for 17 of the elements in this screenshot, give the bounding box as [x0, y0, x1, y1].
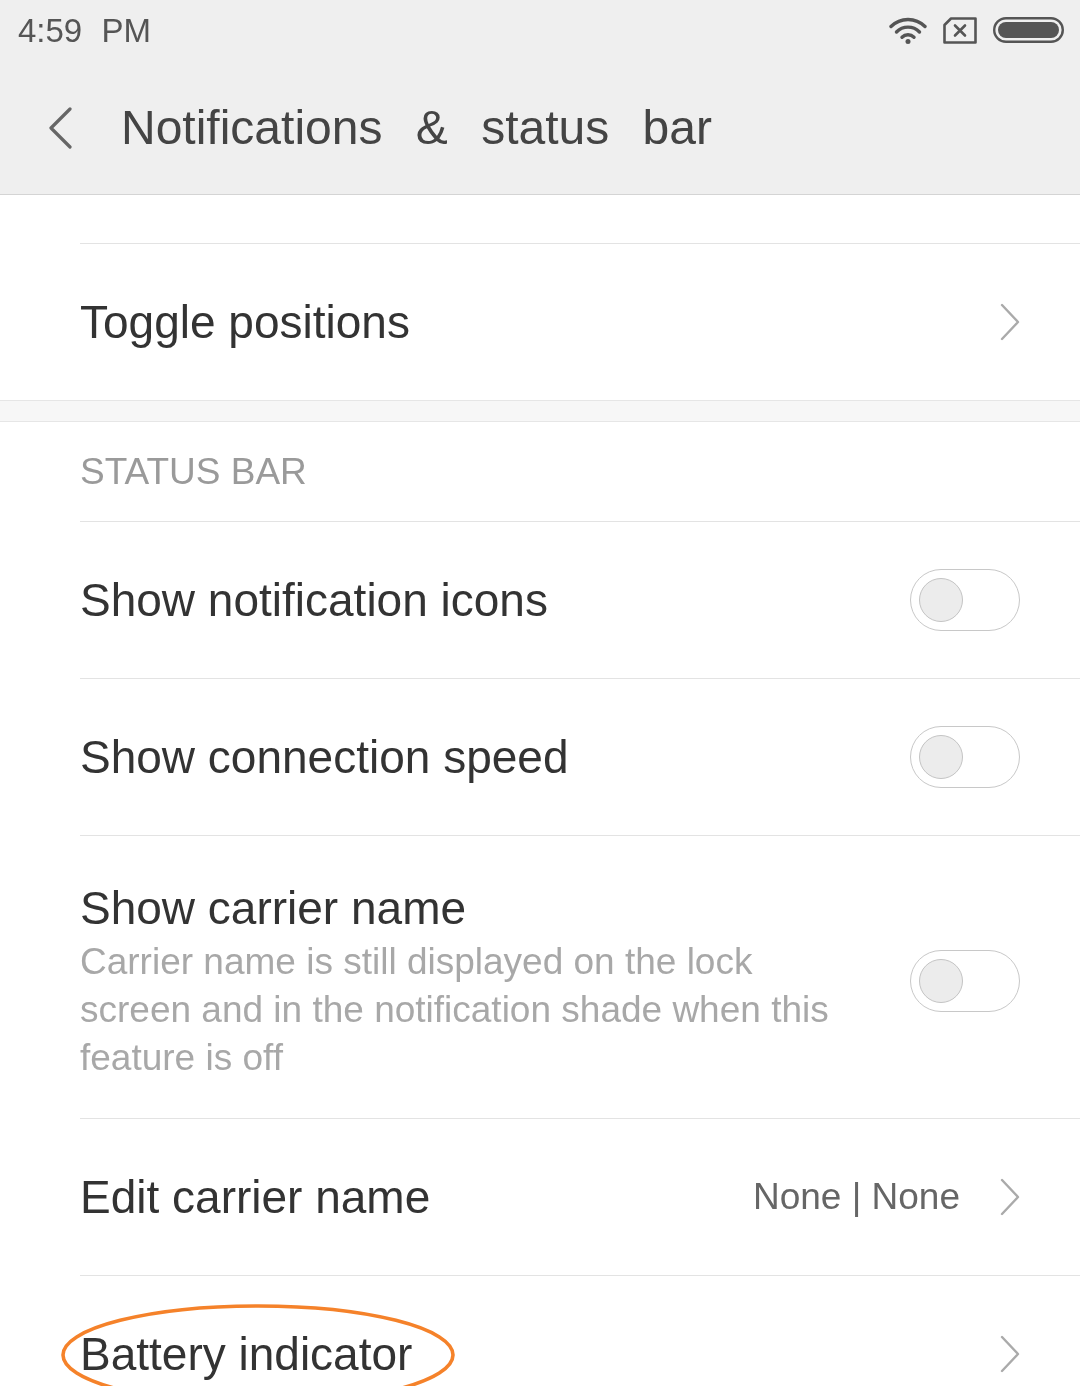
clock-time: 4:59 PM [18, 11, 151, 51]
setting-label[interactable]: Edit carrier name [80, 1169, 431, 1225]
chevron-right-icon [1000, 1178, 1020, 1216]
setting-label[interactable]: Show connection speed [80, 729, 569, 785]
chevron-right-icon [1000, 303, 1020, 341]
battery-icon [993, 17, 1064, 43]
setting-label[interactable]: Show notification icons [80, 572, 548, 628]
setting-description: Carrier name is still displayed on the lock screen and in the notification shade when this feature is off [80, 940, 830, 1080]
wifi-icon [889, 16, 927, 44]
page-title: Notifications & status bar [121, 100, 712, 156]
back-chevron-icon[interactable] [47, 107, 73, 149]
setting-label[interactable]: Toggle positions [80, 294, 410, 350]
sim-card-x-icon [943, 16, 977, 44]
section-heading: STATUS BAR [80, 449, 307, 494]
setting-value: None | None [752, 1175, 960, 1219]
chevron-right-icon [1000, 1335, 1020, 1373]
setting-label[interactable]: Show carrier name [80, 880, 467, 936]
